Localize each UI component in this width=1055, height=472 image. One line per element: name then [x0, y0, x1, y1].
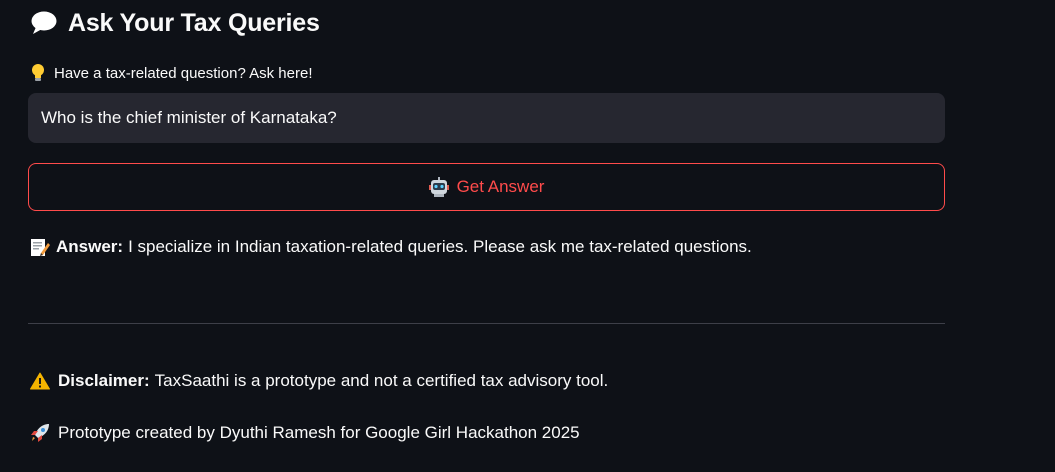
page-header: Ask Your Tax Queries	[30, 6, 320, 40]
credit-text: Prototype created by Dyuthi Ramesh for G…	[58, 423, 580, 442]
memo-icon	[30, 237, 50, 257]
speech-bubble-icon	[30, 10, 58, 36]
disclaimer-label: Disclaimer:	[58, 371, 150, 390]
question-input[interactable]	[39, 107, 934, 129]
answer-text: I specialize in Indian taxation-related …	[128, 237, 752, 256]
credit-message: Prototype created by Dyuthi Ramesh for G…	[30, 421, 580, 445]
disclaimer-text: TaxSaathi is a prototype and not a certi…	[154, 371, 609, 390]
question-input-container	[28, 93, 945, 143]
disclaimer-message: Disclaimer: TaxSaathi is a prototype and…	[30, 369, 608, 393]
page-title: Ask Your Tax Queries	[68, 8, 320, 37]
robot-icon	[428, 177, 449, 197]
rocket-icon	[30, 423, 50, 443]
get-answer-button-label: Get Answer	[456, 177, 545, 196]
get-answer-button[interactable]: Get Answer	[28, 163, 945, 211]
question-label-text: Have a tax-related question? Ask here!	[54, 64, 313, 82]
answer-label: Answer:	[56, 237, 124, 256]
lightbulb-icon	[30, 63, 46, 83]
question-label: Have a tax-related question? Ask here!	[30, 62, 313, 84]
section-divider	[28, 323, 945, 324]
warning-icon	[30, 372, 50, 390]
app-page: Ask Your Tax Queries Have a tax-related …	[0, 0, 1055, 472]
answer-message: Answer: I specialize in Indian taxation-…	[30, 235, 752, 259]
